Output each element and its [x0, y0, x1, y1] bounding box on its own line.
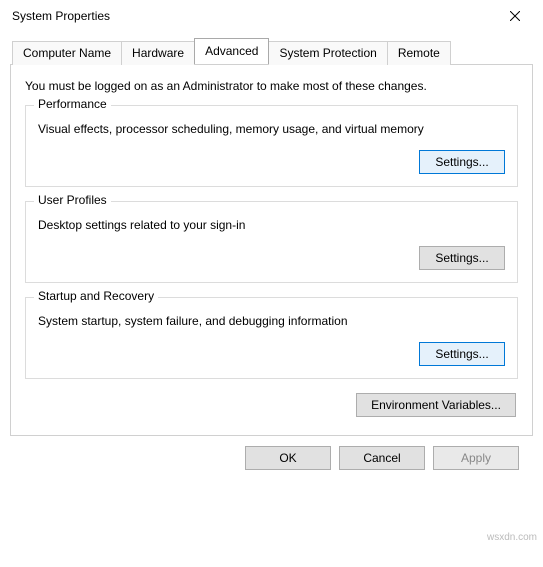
group-startup-recovery-legend: Startup and Recovery: [34, 289, 158, 303]
watermark: wsxdn.com: [487, 532, 537, 543]
titlebar: System Properties: [0, 0, 543, 32]
tabstrip: Computer Name Hardware Advanced System P…: [12, 38, 533, 64]
tabpanel-advanced: You must be logged on as an Administrato…: [10, 64, 533, 436]
tab-computer-name[interactable]: Computer Name: [12, 41, 122, 65]
tab-system-protection[interactable]: System Protection: [268, 41, 387, 65]
group-performance-legend: Performance: [34, 97, 111, 111]
cancel-button[interactable]: Cancel: [339, 446, 425, 470]
group-performance: Performance Visual effects, processor sc…: [25, 105, 518, 187]
tab-hardware[interactable]: Hardware: [121, 41, 195, 65]
group-user-profiles: User Profiles Desktop settings related t…: [25, 201, 518, 283]
user-profiles-desc: Desktop settings related to your sign-in: [38, 218, 505, 232]
tab-advanced[interactable]: Advanced: [194, 38, 269, 64]
admin-notice: You must be logged on as an Administrato…: [25, 79, 518, 93]
apply-button[interactable]: Apply: [433, 446, 519, 470]
tab-remote[interactable]: Remote: [387, 41, 451, 65]
startup-recovery-settings-button[interactable]: Settings...: [419, 342, 505, 366]
close-icon[interactable]: [495, 2, 535, 30]
group-user-profiles-legend: User Profiles: [34, 193, 111, 207]
ok-button[interactable]: OK: [245, 446, 331, 470]
performance-desc: Visual effects, processor scheduling, me…: [38, 122, 505, 136]
group-startup-recovery: Startup and Recovery System startup, sys…: [25, 297, 518, 379]
startup-recovery-desc: System startup, system failure, and debu…: [38, 314, 505, 328]
user-profiles-settings-button[interactable]: Settings...: [419, 246, 505, 270]
dialog-buttons: OK Cancel Apply: [10, 436, 533, 470]
performance-settings-button[interactable]: Settings...: [419, 150, 505, 174]
window-title: System Properties: [12, 9, 495, 23]
environment-variables-button[interactable]: Environment Variables...: [356, 393, 516, 417]
